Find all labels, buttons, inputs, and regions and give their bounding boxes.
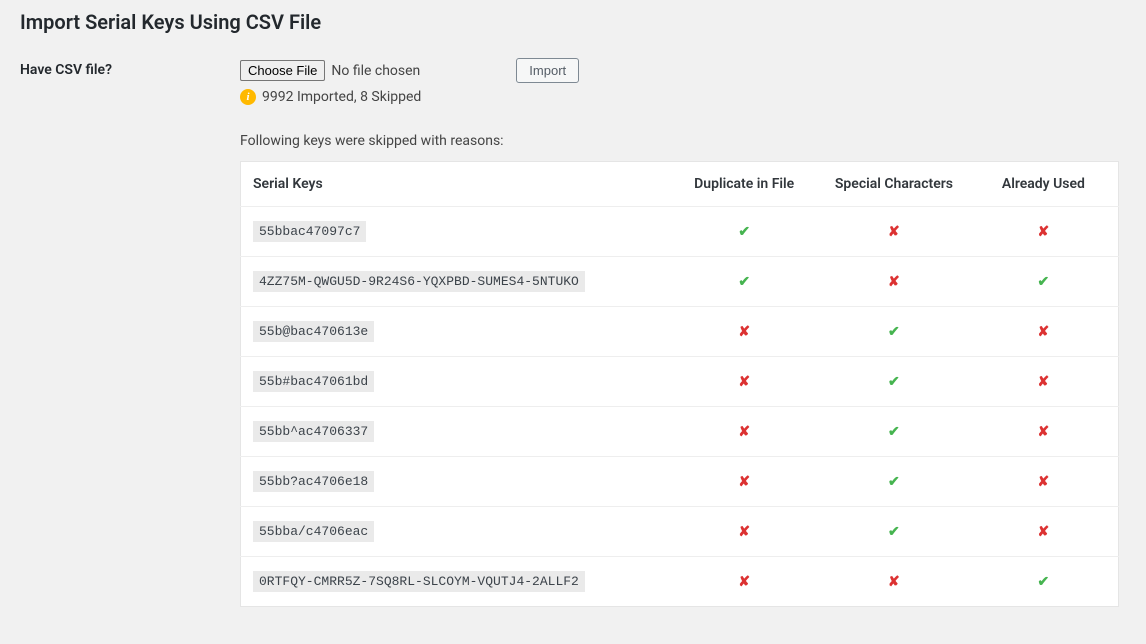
duplicate-cell: ✘	[669, 357, 819, 407]
serial-key-value: 55bb^ac4706337	[253, 421, 374, 442]
duplicate-cell: ✘	[669, 307, 819, 357]
cross-icon: ✘	[888, 224, 900, 240]
table-row: 55b@bac470613e ✘ ✔ ✘	[241, 307, 1119, 357]
serial-key-cell: 0RTFQY-CMRR5Z-7SQ8RL-SLCOYM-VQUTJ4-2ALLF…	[241, 557, 670, 607]
serial-key-cell: 55bb?ac4706e18	[241, 457, 670, 507]
used-cell: ✘	[969, 207, 1119, 257]
header-serial-keys: Serial Keys	[241, 162, 670, 207]
serial-key-value: 55bba/c4706eac	[253, 521, 374, 542]
serial-key-cell: 55b@bac470613e	[241, 307, 670, 357]
used-cell: ✘	[969, 457, 1119, 507]
special-cell: ✔	[819, 457, 969, 507]
serial-key-value: 55b#bac47061bd	[253, 371, 374, 392]
table-row: 55bb^ac4706337 ✘ ✔ ✘	[241, 407, 1119, 457]
used-cell: ✘	[969, 507, 1119, 557]
serial-key-value: 55b@bac470613e	[253, 321, 374, 342]
cross-icon: ✘	[1038, 324, 1050, 340]
table-row: 55b#bac47061bd ✘ ✔ ✘	[241, 357, 1119, 407]
used-cell: ✔	[969, 257, 1119, 307]
serial-key-value: 55bb?ac4706e18	[253, 471, 374, 492]
cross-icon: ✘	[738, 324, 750, 340]
cross-icon: ✘	[738, 574, 750, 590]
duplicate-cell: ✘	[669, 557, 819, 607]
duplicate-cell: ✘	[669, 507, 819, 557]
used-cell: ✘	[969, 407, 1119, 457]
duplicate-cell: ✔	[669, 257, 819, 307]
check-icon: ✔	[888, 524, 900, 540]
cross-icon: ✘	[738, 374, 750, 390]
used-cell: ✘	[969, 357, 1119, 407]
serial-key-value: 55bbac47097c7	[253, 221, 366, 242]
serial-key-cell: 55bb^ac4706337	[241, 407, 670, 457]
header-duplicate: Duplicate in File	[669, 162, 819, 207]
skipped-keys-table: Serial Keys Duplicate in File Special Ch…	[240, 161, 1119, 607]
page-title: Import Serial Keys Using CSV File	[20, 10, 1126, 34]
special-cell: ✘	[819, 557, 969, 607]
check-icon: ✔	[888, 324, 900, 340]
csv-label: Have CSV file?	[20, 58, 240, 78]
no-file-chosen-text: No file chosen	[331, 63, 420, 79]
serial-key-value: 4ZZ75M-QWGU5D-9R24S6-YQXPBD-SUMES4-5NTUK…	[253, 271, 585, 292]
cross-icon: ✘	[1038, 474, 1050, 490]
skipped-intro-text: Following keys were skipped with reasons…	[240, 133, 1126, 149]
used-cell: ✘	[969, 307, 1119, 357]
serial-key-cell: 55bbac47097c7	[241, 207, 670, 257]
serial-key-cell: 55bba/c4706eac	[241, 507, 670, 557]
cross-icon: ✘	[738, 424, 750, 440]
special-cell: ✘	[819, 257, 969, 307]
duplicate-cell: ✘	[669, 407, 819, 457]
special-cell: ✔	[819, 507, 969, 557]
cross-icon: ✘	[1038, 424, 1050, 440]
check-icon: ✔	[1038, 574, 1050, 590]
import-button[interactable]: Import	[516, 58, 579, 83]
cross-icon: ✘	[888, 574, 900, 590]
check-icon: ✔	[1038, 274, 1050, 290]
csv-upload-row: Have CSV file? Choose File No file chose…	[20, 58, 1126, 607]
special-cell: ✔	[819, 357, 969, 407]
cross-icon: ✘	[1038, 374, 1050, 390]
special-cell: ✔	[819, 307, 969, 357]
import-status-text: 9992 Imported, 8 Skipped	[262, 89, 421, 105]
table-row: 0RTFQY-CMRR5Z-7SQ8RL-SLCOYM-VQUTJ4-2ALLF…	[241, 557, 1119, 607]
check-icon: ✔	[888, 424, 900, 440]
table-row: 55bba/c4706eac ✘ ✔ ✘	[241, 507, 1119, 557]
table-row: 4ZZ75M-QWGU5D-9R24S6-YQXPBD-SUMES4-5NTUK…	[241, 257, 1119, 307]
duplicate-cell: ✔	[669, 207, 819, 257]
header-special: Special Characters	[819, 162, 969, 207]
table-row: 55bb?ac4706e18 ✘ ✔ ✘	[241, 457, 1119, 507]
import-status: i 9992 Imported, 8 Skipped	[240, 89, 1126, 105]
cross-icon: ✘	[1038, 224, 1050, 240]
serial-key-value: 0RTFQY-CMRR5Z-7SQ8RL-SLCOYM-VQUTJ4-2ALLF…	[253, 571, 585, 592]
serial-key-cell: 4ZZ75M-QWGU5D-9R24S6-YQXPBD-SUMES4-5NTUK…	[241, 257, 670, 307]
check-icon: ✔	[888, 374, 900, 390]
duplicate-cell: ✘	[669, 457, 819, 507]
used-cell: ✔	[969, 557, 1119, 607]
serial-key-cell: 55b#bac47061bd	[241, 357, 670, 407]
check-icon: ✔	[888, 474, 900, 490]
special-cell: ✘	[819, 207, 969, 257]
cross-icon: ✘	[738, 524, 750, 540]
info-icon: i	[240, 89, 256, 105]
special-cell: ✔	[819, 407, 969, 457]
cross-icon: ✘	[888, 274, 900, 290]
header-used: Already Used	[969, 162, 1119, 207]
choose-file-button[interactable]: Choose File	[240, 60, 325, 81]
cross-icon: ✘	[1038, 524, 1050, 540]
table-header-row: Serial Keys Duplicate in File Special Ch…	[241, 162, 1119, 207]
check-icon: ✔	[738, 274, 750, 290]
check-icon: ✔	[738, 224, 750, 240]
cross-icon: ✘	[738, 474, 750, 490]
table-row: 55bbac47097c7 ✔ ✘ ✘	[241, 207, 1119, 257]
